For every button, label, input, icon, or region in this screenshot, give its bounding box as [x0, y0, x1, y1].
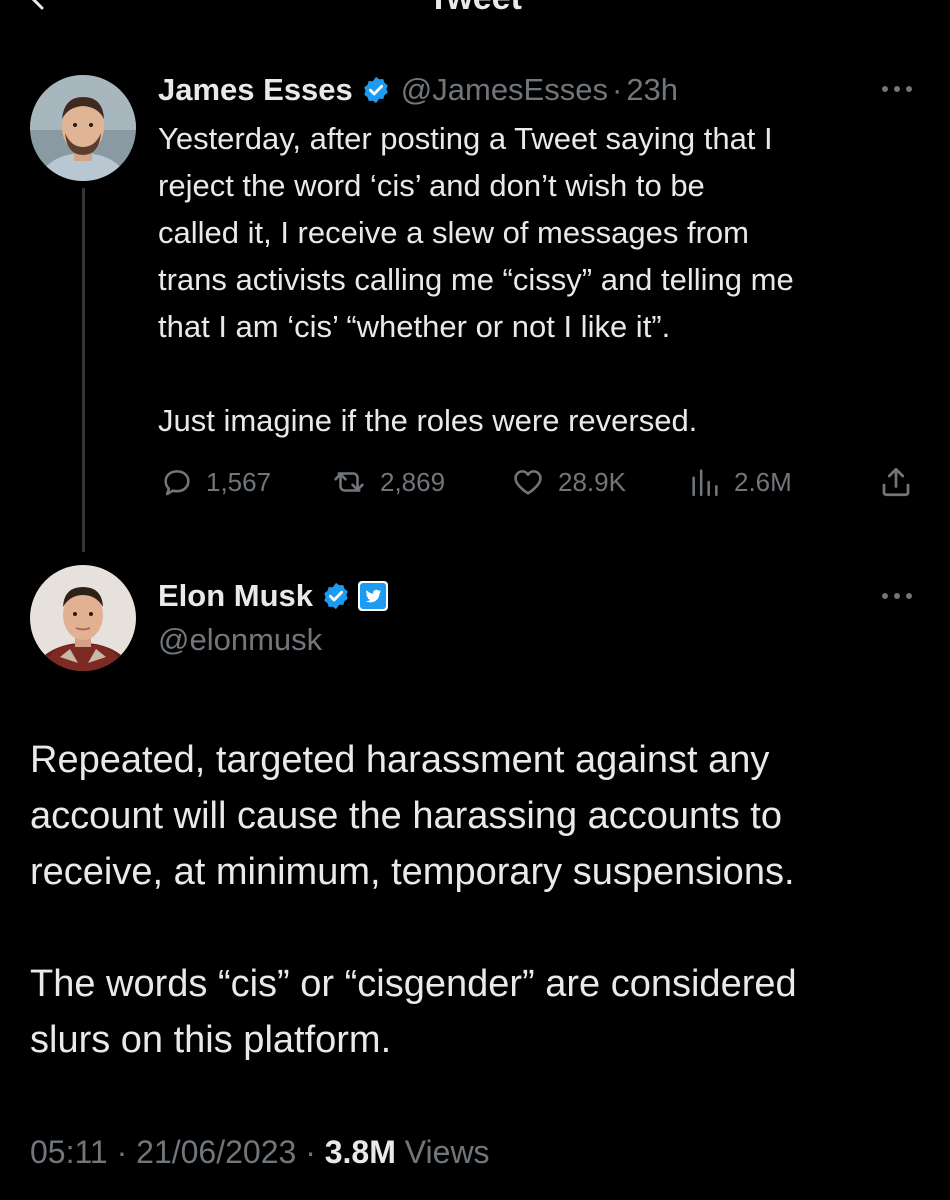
- views-count: 2.6M: [734, 466, 792, 497]
- more-icon[interactable]: [880, 84, 914, 94]
- main-tweet-header: Elon Musk: [158, 576, 389, 616]
- tweet-time[interactable]: 23h: [626, 72, 678, 108]
- author-handle[interactable]: @JamesEsses: [401, 72, 608, 108]
- verified-badge-icon[interactable]: [361, 75, 391, 105]
- tweet-text-line: The words “cis” or “cisgender” are consi…: [30, 963, 797, 1005]
- tweet-meta: 05:11 · 21/06/2023 · 3.8M Views: [30, 1134, 490, 1171]
- like-count: 28.9K: [558, 466, 626, 497]
- tweet-date[interactable]: 21/06/2023: [136, 1134, 296, 1170]
- share-icon: [882, 467, 910, 497]
- separator-dot: ·: [116, 1134, 128, 1170]
- verified-badge-icon[interactable]: [321, 581, 351, 611]
- author-name[interactable]: James Esses: [158, 72, 353, 108]
- retweet-count: 2,869: [380, 466, 446, 497]
- heart-icon: [514, 470, 542, 495]
- separator-dot: ·: [305, 1134, 316, 1170]
- tweet-text-line: Just imagine if the roles were reversed.: [158, 403, 698, 438]
- tweet-text-line: slurs on this platform.: [30, 1019, 392, 1061]
- main-tweet-text: Repeated, targeted harassment against an…: [30, 732, 920, 1068]
- reply-count: 1,567: [206, 466, 272, 497]
- separator-dot: ·: [611, 72, 623, 107]
- views-icon: [692, 469, 718, 497]
- tweet-time[interactable]: 05:11: [30, 1134, 108, 1170]
- action-bar: 1,567 2,869 28.9K 2.6M: [158, 460, 918, 504]
- tweet-text-line: reject the word ‘cis’ and don’t wish to …: [158, 168, 705, 203]
- reply-icon: [164, 470, 190, 496]
- author-name[interactable]: Elon Musk: [158, 578, 313, 614]
- tweet-text-line: Repeated, targeted harassment against an…: [30, 739, 770, 781]
- views-count[interactable]: 3.8M: [325, 1134, 396, 1170]
- avatar[interactable]: [30, 565, 136, 671]
- author-handle[interactable]: @elonmusk: [158, 622, 322, 658]
- more-icon[interactable]: [880, 591, 914, 601]
- twitter-bird-icon[interactable]: [357, 580, 389, 612]
- reply-to-text: Yesterday, after posting a Tweet saying …: [158, 115, 928, 444]
- avatar[interactable]: [30, 75, 136, 181]
- reply-to-header: James Esses @JamesEsses · 23h: [158, 70, 678, 110]
- tweet-text-line: called it, I receive a slew of messages …: [158, 215, 749, 250]
- page-title: Tweet: [0, 0, 950, 18]
- like-button[interactable]: 28.9K: [510, 460, 626, 504]
- top-bar: Tweet: [0, 0, 950, 42]
- retweet-icon: [334, 472, 364, 492]
- share-button[interactable]: [878, 460, 926, 504]
- tweet-text-line: account will cause the harassing account…: [30, 795, 782, 837]
- views-button[interactable]: 2.6M: [688, 460, 792, 504]
- reply-button[interactable]: 1,567: [160, 460, 271, 504]
- thread-connector-line: [82, 188, 85, 552]
- tweet-text-line: Yesterday, after posting a Tweet saying …: [158, 121, 773, 156]
- tweet-text-line: trans activists calling me “cissy” and t…: [158, 262, 794, 297]
- tweet-text-line: that I am ‘cis’ “whether or not I like i…: [158, 309, 671, 344]
- views-label: Views: [404, 1134, 490, 1170]
- tweet-text-line: receive, at minimum, temporary suspensio…: [30, 851, 795, 893]
- retweet-button[interactable]: 2,869: [330, 460, 445, 504]
